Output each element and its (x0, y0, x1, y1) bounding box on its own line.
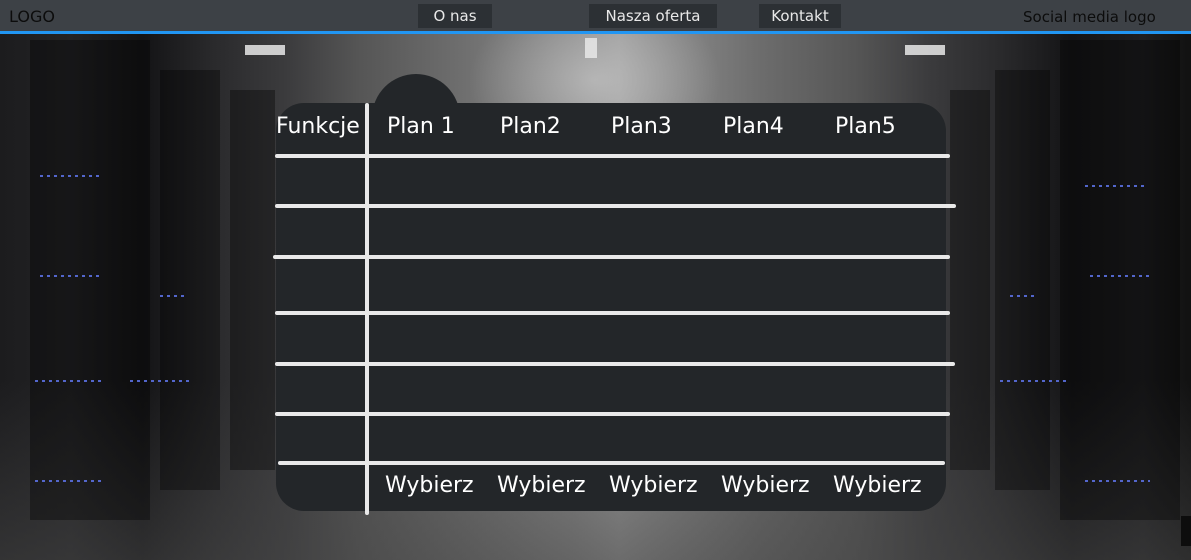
server-led-strip (1085, 185, 1145, 187)
pricing-table (276, 103, 946, 511)
row-divider (275, 204, 956, 208)
plan-header-5: Plan5 (835, 114, 896, 139)
top-navbar: LOGO O nas Nasza oferta Kontakt Social m… (0, 0, 1191, 34)
row-divider (275, 154, 950, 158)
plan-header-2: Plan2 (500, 114, 561, 139)
nav-link-kontakt[interactable]: Kontakt (759, 4, 841, 28)
ceiling-light (245, 45, 285, 55)
background-rack (950, 90, 990, 470)
server-led-strip (40, 275, 100, 277)
choose-plan-5-button[interactable]: Wybierz (833, 473, 922, 498)
plan-header-4: Plan4 (723, 114, 784, 139)
server-led-strip (35, 380, 105, 382)
ceiling-light (905, 45, 945, 55)
server-led-strip (130, 380, 190, 382)
logo[interactable]: LOGO (9, 7, 55, 26)
choose-plan-1-button[interactable]: Wybierz (385, 473, 474, 498)
nav-link-label: Kontakt (771, 7, 829, 25)
row-divider (275, 311, 950, 315)
choose-plan-4-button[interactable]: Wybierz (721, 473, 810, 498)
ceiling-light (585, 38, 597, 58)
background-rack (230, 90, 275, 470)
server-led-strip (1085, 480, 1150, 482)
social-media-logo[interactable]: Social media logo (1023, 8, 1156, 26)
column-divider (365, 103, 369, 515)
nav-link-nasza-oferta[interactable]: Nasza oferta (589, 4, 717, 28)
nav-link-label: O nas (433, 7, 477, 25)
server-led-strip (40, 175, 100, 177)
background-rack (1060, 40, 1180, 520)
row-divider (273, 255, 950, 259)
row-divider (278, 461, 945, 465)
features-column-header: Funkcje (276, 114, 360, 139)
server-led-strip (1000, 380, 1070, 382)
row-divider (275, 412, 950, 416)
choose-plan-2-button[interactable]: Wybierz (497, 473, 586, 498)
server-led-strip (1090, 275, 1150, 277)
nav-link-label: Nasza oferta (605, 7, 701, 25)
corner-widget (1181, 516, 1191, 546)
server-led-strip (35, 480, 105, 482)
background-rack (160, 70, 220, 490)
background-rack (30, 40, 150, 520)
choose-plan-3-button[interactable]: Wybierz (609, 473, 698, 498)
plan-header-1: Plan 1 (387, 114, 455, 139)
server-led-strip (1010, 295, 1035, 297)
plan-header-3: Plan3 (611, 114, 672, 139)
background-rack (995, 70, 1050, 490)
row-divider (275, 362, 955, 366)
nav-link-o-nas[interactable]: O nas (418, 4, 492, 28)
server-led-strip (160, 295, 185, 297)
